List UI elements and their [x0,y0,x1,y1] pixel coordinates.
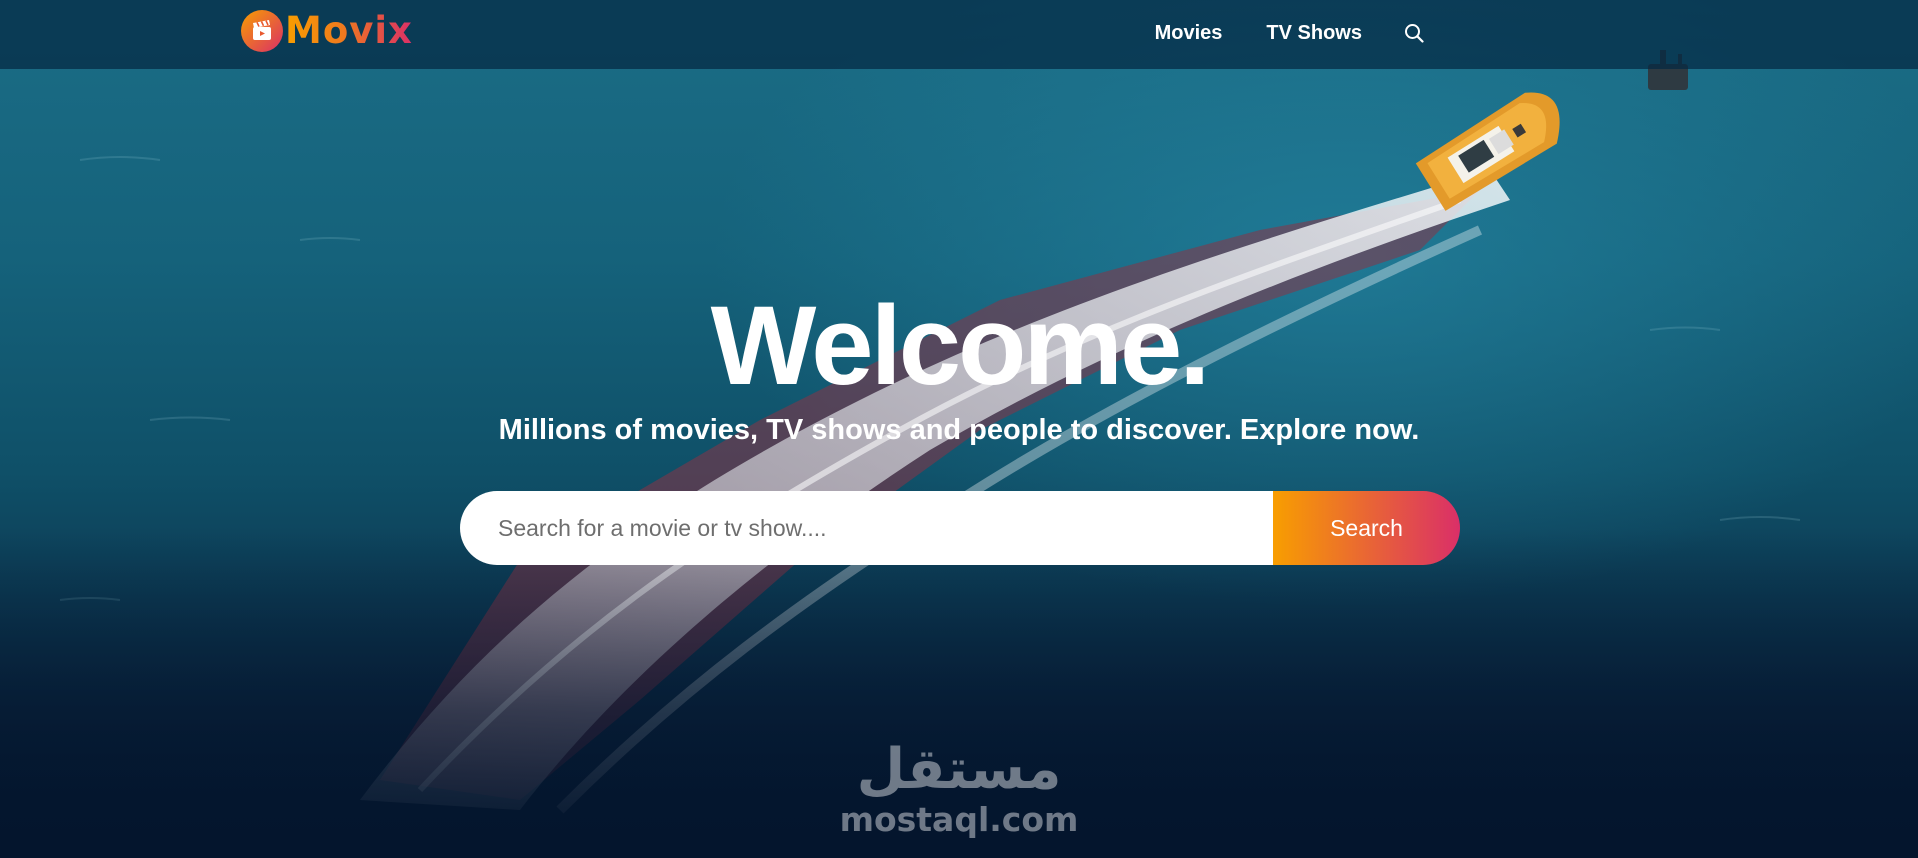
search-input[interactable] [460,491,1273,565]
page: Movix Movies TV Shows Welcome. Millions … [0,0,1918,858]
hero-title: Welcome. [710,283,1211,408]
hero-content: Welcome. Millions of movies, TV shows an… [0,290,1918,447]
nav-item-movies[interactable]: Movies [1155,22,1223,45]
top-header: Movix Movies TV Shows [0,0,1918,69]
watermark: مستقل mostaql.com [0,737,1918,840]
hero-subtitle: Millions of movies, TV shows and people … [498,414,1420,446]
nav-item-tv-shows[interactable]: TV Shows [1266,22,1362,45]
search-button[interactable]: Search [1273,491,1460,565]
hero-search-bar: Search [460,491,1460,565]
logo[interactable]: Movix [241,9,413,52]
main-nav: Movies TV Shows [1111,0,1426,66]
search-icon[interactable] [1402,21,1426,45]
watermark-arabic-text: مستقل [856,737,1062,802]
watermark-latin-text: mostaql.com [839,800,1079,839]
logo-text: Movix [285,9,413,52]
clapperboard-icon [241,9,283,52]
